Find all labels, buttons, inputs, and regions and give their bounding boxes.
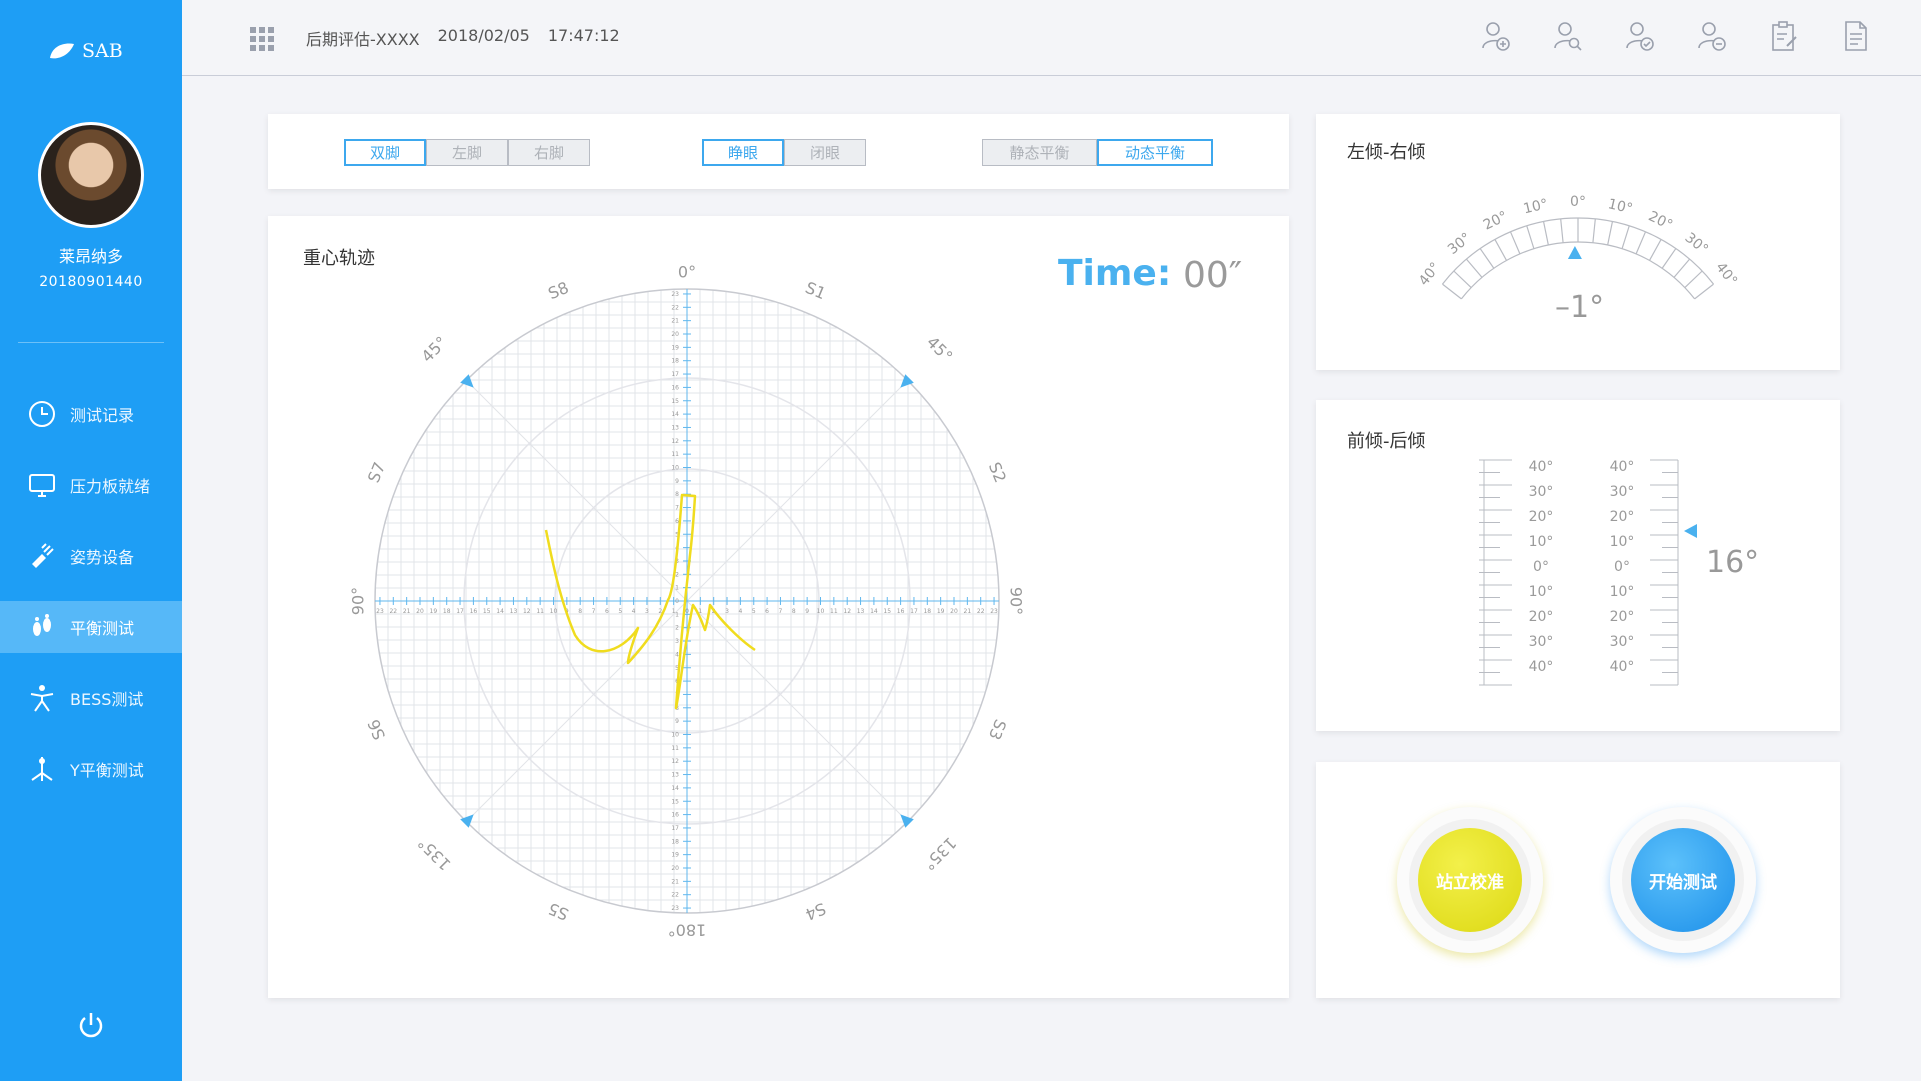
time-label: Time: — [1058, 253, 1172, 294]
assessment-title: 后期评估-XXXX — [306, 30, 420, 49]
person-icon — [30, 685, 54, 712]
verify-user-icon[interactable] — [1625, 20, 1655, 52]
header-time: 17:47:12 — [547, 26, 620, 45]
logo: SAB — [48, 40, 123, 62]
start-test-button[interactable]: 开始测试 — [1610, 807, 1756, 953]
document-icon[interactable] — [1841, 20, 1871, 52]
trajectory-card — [268, 216, 1289, 998]
sidebar-item-label: 压力板就绪 — [70, 477, 151, 496]
sidebar: SAB 莱昂纳多 20180901440 测试记录 压力板就绪 姿势设备 平衡测… — [0, 0, 182, 1081]
monitor-icon — [29, 474, 55, 497]
search-user-icon[interactable] — [1553, 20, 1583, 52]
tilt-lr-title: 左倾-右倾 — [1347, 142, 1426, 163]
clipboard-edit-icon[interactable] — [1769, 20, 1799, 52]
user-id: 20180901440 — [39, 274, 143, 290]
sidebar-item-label: 平衡测试 — [70, 619, 135, 638]
remove-user-icon[interactable] — [1697, 20, 1727, 52]
device-icon — [32, 543, 54, 568]
page-title: 后期评估-XXXX 2018/02/05 17:47:12 — [306, 26, 620, 50]
y-balance-icon — [31, 757, 53, 781]
sidebar-item-posture-device[interactable]: 姿势设备 — [0, 530, 182, 582]
footprint-icon — [33, 614, 51, 636]
feet-selector: 双脚 左脚 右脚 — [344, 139, 590, 166]
clock-icon — [29, 401, 55, 427]
start-test-label: 开始测试 — [1631, 828, 1735, 932]
sidebar-item-balance-test[interactable]: 平衡测试 — [0, 601, 182, 653]
add-user-icon[interactable] — [1481, 20, 1511, 52]
both-feet-button[interactable]: 双脚 — [344, 139, 426, 166]
header-actions — [1481, 20, 1871, 52]
power-icon[interactable] — [76, 1010, 106, 1040]
sidebar-item-label: 测试记录 — [70, 406, 135, 425]
avatar[interactable] — [38, 122, 144, 228]
eyes-selector: 睁眼 闭眼 — [702, 139, 866, 166]
sidebar-nav: 测试记录 压力板就绪 姿势设备 平衡测试 BESS测试 Y平衡测试 — [0, 388, 182, 814]
leaf-icon — [50, 43, 74, 59]
tilt-lr-value: –1° — [1555, 290, 1605, 325]
sidebar-item-bess-test[interactable]: BESS测试 — [0, 672, 182, 724]
calibrate-label: 站立校准 — [1418, 828, 1522, 932]
tilt-fb-title: 前倾-后倾 — [1347, 431, 1426, 452]
header-date: 2018/02/05 — [437, 26, 530, 45]
balance-mode-selector: 静态平衡 动态平衡 — [982, 139, 1213, 166]
sidebar-item-test-records[interactable]: 测试记录 — [0, 388, 182, 440]
eyes-closed-button[interactable]: 闭眼 — [784, 139, 866, 166]
action-card — [1316, 762, 1840, 998]
time-value: 00″ — [1183, 255, 1243, 296]
sidebar-item-y-balance-test[interactable]: Y平衡测试 — [0, 743, 182, 795]
sidebar-item-pressure-board[interactable]: 压力板就绪 — [0, 459, 182, 511]
static-balance-button[interactable]: 静态平衡 — [982, 139, 1097, 166]
brand-name: SAB — [82, 40, 123, 62]
dynamic-balance-button[interactable]: 动态平衡 — [1097, 139, 1213, 166]
user-name: 莱昂纳多 — [58, 247, 123, 266]
apps-grid-icon[interactable] — [250, 27, 274, 51]
sidebar-item-label: 姿势设备 — [70, 548, 135, 567]
calibrate-button[interactable]: 站立校准 — [1397, 807, 1543, 953]
sidebar-item-label: Y平衡测试 — [70, 761, 144, 780]
sidebar-item-label: BESS测试 — [70, 690, 144, 709]
eyes-open-button[interactable]: 睁眼 — [702, 139, 784, 166]
tilt-fb-value: 16° — [1706, 545, 1760, 580]
right-foot-button[interactable]: 右脚 — [508, 139, 590, 166]
divider — [18, 342, 164, 343]
left-foot-button[interactable]: 左脚 — [426, 139, 508, 166]
top-bar: 后期评估-XXXX 2018/02/05 17:47:12 — [182, 0, 1921, 76]
trajectory-title: 重心轨迹 — [303, 248, 375, 269]
